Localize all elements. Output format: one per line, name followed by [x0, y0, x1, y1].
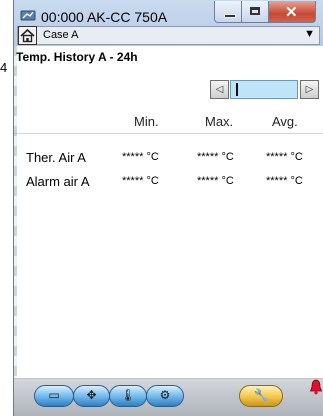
- controller-button[interactable]: ▭: [34, 385, 74, 407]
- title-bar[interactable]: 00:000 AK-CC 750A ✕ Case A ▼: [14, 0, 323, 46]
- case-selected-value: Case A: [43, 29, 79, 41]
- avg-value: ***** °C: [266, 175, 303, 187]
- maximize-button[interactable]: [241, 1, 269, 23]
- app-window: 00:000 AK-CC 750A ✕ Case A ▼ Temp. Histo…: [13, 0, 323, 416]
- fan-valve-icon: ✥: [86, 388, 97, 402]
- thermometer-icon: 🌡: [120, 388, 136, 402]
- stray-char: 4: [0, 60, 8, 75]
- column-header-min: Min.: [134, 114, 159, 129]
- table-row: Ther. Air A ***** °C ***** °C ***** °C: [14, 150, 323, 170]
- avg-value: ***** °C: [266, 151, 303, 163]
- min-value: ***** °C: [122, 175, 159, 187]
- column-header-avg: Avg.: [272, 114, 298, 129]
- fan-valve-button[interactable]: ✥: [73, 385, 110, 407]
- chevron-down-icon[interactable]: ▼: [304, 28, 315, 40]
- case-dropdown[interactable]: Case A ▼: [17, 26, 320, 45]
- home-icon: [20, 28, 35, 43]
- time-slider-thumb[interactable]: [236, 83, 238, 96]
- arrow-right-icon: ▷: [305, 84, 314, 95]
- close-button[interactable]: ✕: [268, 1, 316, 23]
- column-header-max: Max.: [205, 114, 234, 129]
- temperature-button[interactable]: 🌡: [109, 385, 147, 407]
- app-icon: [20, 10, 36, 21]
- nav-prev-button[interactable]: ◁: [210, 80, 229, 99]
- row-label: Alarm air A: [26, 174, 90, 189]
- service-button[interactable]: 🔧: [239, 385, 283, 407]
- time-slider[interactable]: [230, 80, 298, 99]
- time-navigator: ◁ ▷: [207, 80, 320, 100]
- controller-unit-icon: ▭: [48, 388, 60, 402]
- minimize-button[interactable]: [214, 1, 242, 23]
- page: 4 00:000 AK-CC 750A ✕ Case A ▼ Temp. His…: [0, 0, 323, 416]
- minimize-icon: [224, 14, 236, 18]
- row-label: Ther. Air A: [26, 150, 86, 165]
- alarm-bell-icon[interactable]: [309, 379, 323, 395]
- section-title: Temp. History A - 24h: [16, 50, 138, 64]
- home-button[interactable]: [18, 26, 37, 45]
- arrow-left-icon: ◁: [215, 84, 224, 95]
- wrench-icon: 🔧: [253, 388, 269, 402]
- header-divider: [14, 133, 323, 134]
- maximize-icon: [250, 7, 260, 15]
- max-value: ***** °C: [197, 151, 234, 163]
- nav-next-button[interactable]: ▷: [300, 80, 319, 99]
- history-panel: Temp. History A - 24h ◁ ▷ Min. Max. Avg.…: [14, 46, 323, 386]
- max-value: ***** °C: [197, 175, 234, 187]
- close-icon: ✕: [285, 4, 298, 21]
- table-row: Alarm air A ***** °C ***** °C ***** °C: [14, 174, 323, 194]
- min-value: ***** °C: [122, 151, 159, 163]
- window-edge: [14, 46, 17, 386]
- parameters-button[interactable]: ⚙: [146, 385, 184, 407]
- parameters-icon: ⚙: [159, 388, 171, 402]
- bottom-toolbar: ▭ ✥ 🌡 ⚙ 🔧: [14, 378, 323, 416]
- window-title: 00:000 AK-CC 750A: [41, 9, 168, 25]
